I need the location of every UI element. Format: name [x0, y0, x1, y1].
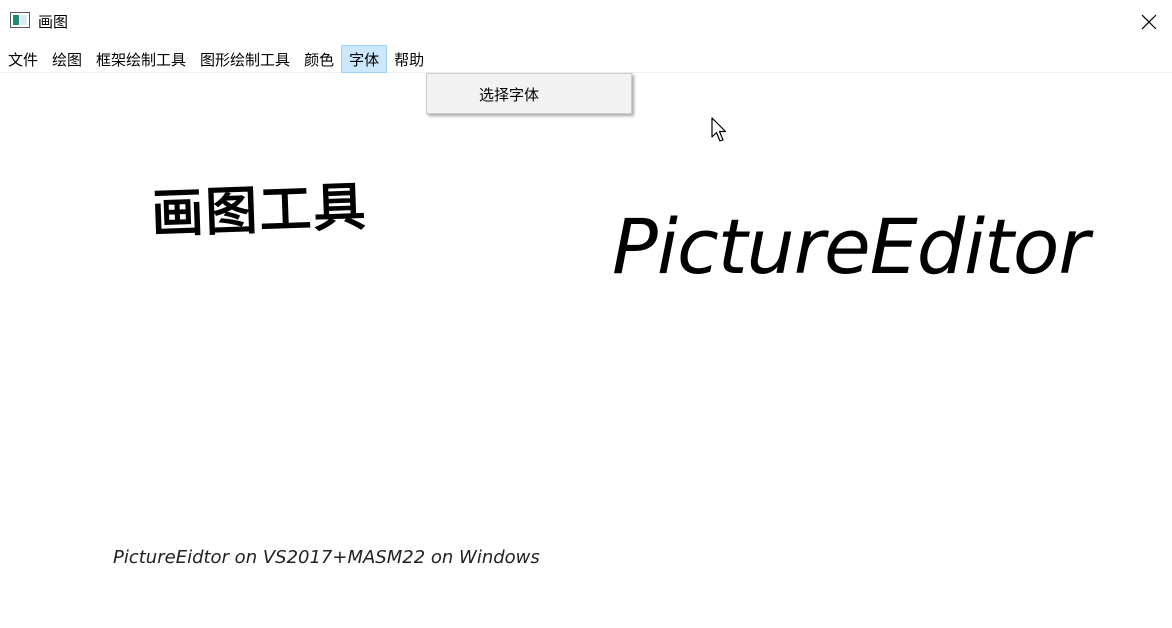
font-menu-dropdown: 选择字体 [426, 73, 632, 114]
title-bar: 画图 [0, 0, 1172, 44]
close-button[interactable] [1126, 0, 1172, 44]
app-window: 画图 文件 绘图 框架绘制工具 图形绘制工具 颜色 字体 帮助 画图工具 Pic… [0, 0, 1172, 628]
menu-frame-tools[interactable]: 框架绘制工具 [89, 45, 193, 73]
close-icon [1141, 14, 1157, 30]
mouse-cursor-icon [711, 117, 727, 142]
menu-font[interactable]: 字体 [341, 45, 388, 73]
menu-shape-tools[interactable]: 图形绘制工具 [193, 45, 297, 73]
menu-item-select-font[interactable]: 选择字体 [429, 78, 629, 110]
canvas-footer-text: PictureEidtor on VS2017+MASM22 on Window… [113, 547, 540, 568]
canvas-english-title: PictureEditor [612, 202, 1090, 291]
menu-help[interactable]: 帮助 [387, 45, 431, 73]
canvas-chinese-title: 画图工具 [150, 176, 369, 245]
menu-draw[interactable]: 绘图 [45, 45, 89, 73]
menu-file[interactable]: 文件 [1, 45, 45, 73]
drawing-canvas[interactable]: 画图工具 PictureEditor PictureEidtor on VS20… [0, 74, 1172, 628]
menu-bar: 文件 绘图 框架绘制工具 图形绘制工具 颜色 字体 帮助 [0, 45, 1172, 73]
window-title: 画图 [38, 13, 69, 31]
menu-color[interactable]: 颜色 [297, 45, 341, 73]
app-window-icon [10, 12, 30, 28]
